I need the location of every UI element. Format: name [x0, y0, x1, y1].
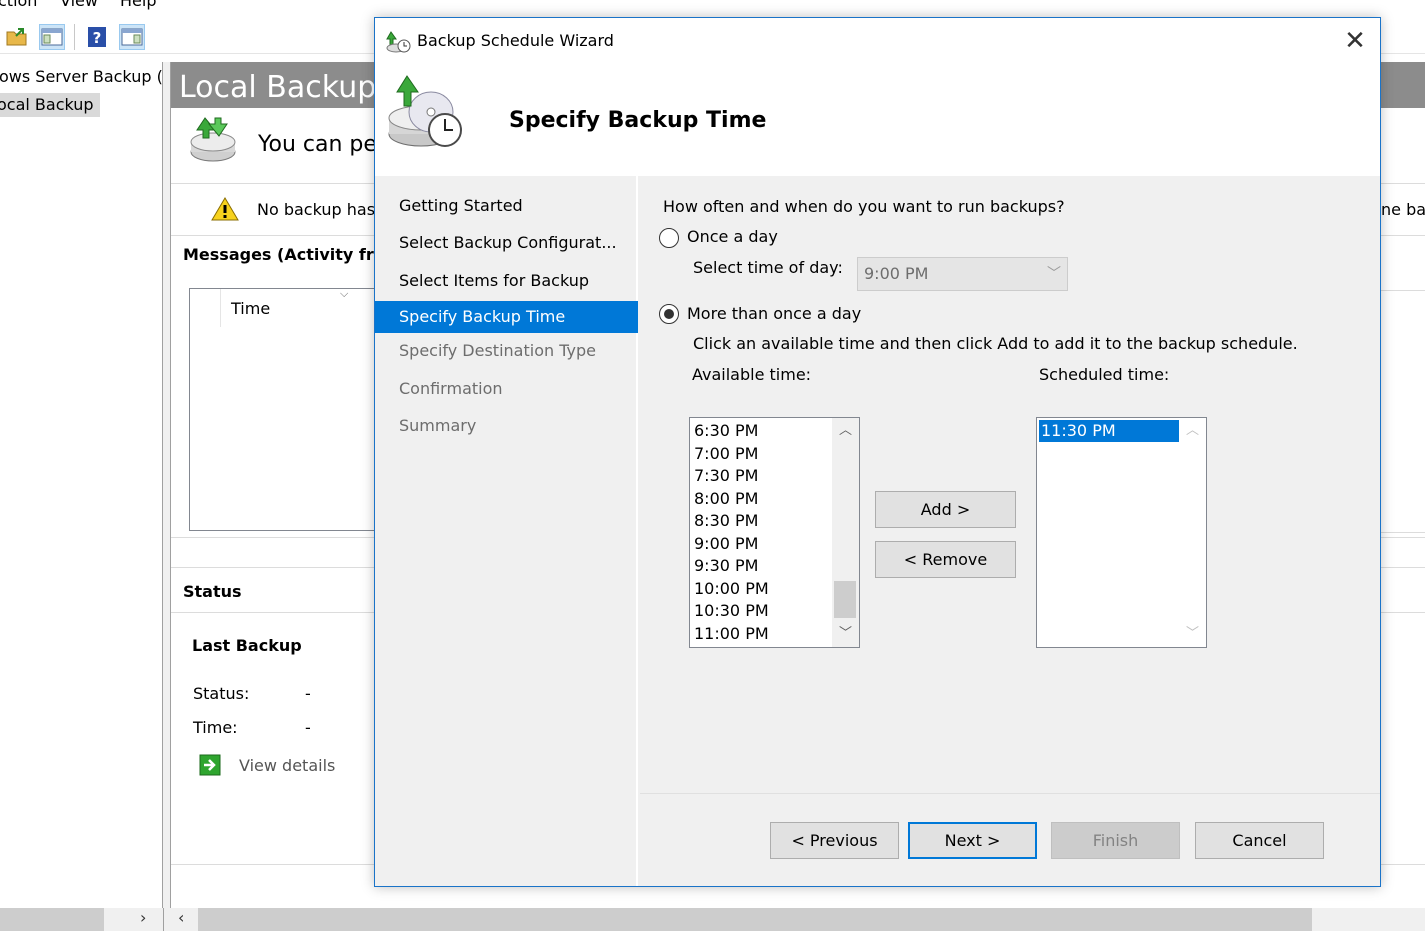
time-of-day-value: 9:00 PM — [864, 264, 929, 283]
scroll-up-icon[interactable]: ︿ — [832, 420, 859, 442]
list-item[interactable]: 11:30 PM — [1039, 420, 1179, 442]
once-a-day-radio[interactable] — [659, 228, 679, 248]
backup-drive-icon — [190, 117, 236, 162]
available-time-label: Available time: — [692, 365, 812, 384]
dialog-title: Backup Schedule Wizard — [417, 31, 614, 50]
menu-view[interactable]: View — [60, 0, 98, 10]
menu-bar: ction View Help — [0, 0, 1425, 18]
horizontal-scrollbar[interactable]: › ‹ — [0, 908, 1425, 931]
pane-splitter[interactable] — [163, 62, 170, 908]
scrollbar-thumb[interactable] — [834, 581, 856, 618]
select-time-label: Select time of day: — [693, 258, 843, 277]
available-time-list[interactable]: 6:30 PM 7:00 PM 7:30 PM 8:00 PM 8:30 PM … — [689, 417, 860, 648]
schedule-instruction: Click an available time and then click A… — [693, 334, 1298, 353]
status-heading: Status — [183, 582, 242, 601]
frequency-question: How often and when do you want to run ba… — [663, 197, 1065, 216]
more-than-once-radio[interactable] — [659, 304, 679, 324]
chevron-down-icon: ﹀ — [1047, 266, 1061, 282]
finish-button: Finish — [1051, 822, 1180, 859]
console-tree: ows Server Backup (L ocal Backup — [0, 62, 163, 908]
action-pane-icon — [121, 28, 143, 46]
warning-text: No backup has — [257, 200, 376, 219]
list-item[interactable]: 7:30 PM — [694, 465, 758, 487]
view-details-link[interactable]: View details — [239, 756, 335, 775]
sort-chevron-icon: ⌵ — [340, 287, 349, 300]
scroll-right-icon[interactable]: › — [140, 908, 146, 927]
menu-action[interactable]: ction — [0, 0, 37, 10]
scroll-down-icon: ﹀ — [1185, 626, 1199, 641]
list-item[interactable]: 7:00 PM — [694, 443, 758, 465]
list-item[interactable]: 8:30 PM — [694, 510, 758, 532]
close-icon: ✕ — [1344, 26, 1366, 56]
remove-button[interactable]: < Remove — [875, 541, 1016, 578]
scheduled-list-scrollbar: ︿ ﹀ — [1179, 418, 1206, 647]
time-label: Time: — [193, 718, 238, 737]
once-a-day-label[interactable]: Once a day — [687, 227, 778, 246]
step-specify-destination-type: Specify Destination Type — [399, 341, 596, 360]
dialog-heading: Specify Backup Time — [509, 108, 767, 133]
time-of-day-dropdown: 9:00 PM ﹀ — [857, 257, 1068, 291]
more-than-once-label[interactable]: More than once a day — [687, 304, 861, 323]
scheduled-time-label: Scheduled time: — [1039, 365, 1170, 384]
next-button[interactable]: Next > — [908, 822, 1037, 859]
backup-schedule-wizard-dialog: Backup Schedule Wizard ✕ Specify Backup … — [374, 17, 1381, 887]
scroll-down-icon[interactable]: ﹀ — [832, 623, 859, 645]
up-folder-button[interactable] — [4, 24, 30, 50]
cancel-button[interactable]: Cancel — [1195, 822, 1324, 859]
list-item[interactable]: 10:00 PM — [694, 578, 769, 600]
clipped-text: ne ba — [1381, 200, 1425, 219]
step-summary: Summary — [399, 416, 477, 435]
page-title: Local Backup — [179, 70, 377, 105]
column-header-time[interactable]: Time — [231, 299, 270, 318]
previous-button[interactable]: < Previous — [770, 822, 899, 859]
step-confirmation: Confirmation — [399, 379, 503, 398]
warning-icon — [211, 197, 239, 221]
available-list-scrollbar[interactable]: ︿ ﹀ — [832, 418, 859, 647]
list-item[interactable]: 9:00 PM — [694, 533, 758, 555]
intro-text: You can per — [258, 132, 386, 157]
list-item[interactable]: 8:00 PM — [694, 488, 758, 510]
help-button[interactable]: ? — [84, 24, 110, 50]
wizard-steps-nav: Getting Started Select Backup Configurat… — [375, 176, 638, 886]
tree-item-local-backup[interactable]: ocal Backup — [0, 93, 100, 117]
show-hide-console-tree-button[interactable] — [39, 24, 65, 50]
dialog-header: Specify Backup Time — [375, 66, 1380, 176]
list-item[interactable]: 6:30 PM — [694, 420, 758, 442]
step-getting-started[interactable]: Getting Started — [375, 190, 638, 222]
scroll-left-icon[interactable]: ‹ — [178, 908, 184, 927]
svg-text:?: ? — [93, 29, 102, 47]
help-icon: ? — [88, 27, 106, 47]
dialog-titlebar: Backup Schedule Wizard ✕ — [375, 18, 1380, 66]
step-specify-backup-time[interactable]: Specify Backup Time — [375, 301, 638, 333]
time-value: - — [305, 718, 311, 737]
last-backup-heading: Last Backup — [192, 636, 302, 655]
tree-item-windows-server-backup[interactable]: ows Server Backup (L — [0, 67, 162, 86]
step-select-items-for-backup[interactable]: Select Items for Backup — [375, 265, 638, 297]
wizard-content-panel: How often and when do you want to run ba… — [640, 176, 1380, 886]
menu-help[interactable]: Help — [120, 0, 156, 10]
add-button[interactable]: Add > — [875, 491, 1016, 528]
folder-up-icon — [6, 28, 27, 46]
backup-schedule-app-icon — [386, 31, 411, 53]
scrollbar-thumb[interactable] — [198, 908, 1312, 931]
messages-heading: Messages (Activity fro — [183, 245, 385, 264]
show-hide-action-pane-button[interactable] — [119, 24, 145, 50]
close-button[interactable]: ✕ — [1338, 24, 1372, 58]
view-details-arrow-icon — [199, 754, 221, 776]
status-value: - — [305, 684, 311, 703]
backup-clock-icon — [388, 75, 462, 147]
step-select-backup-configuration[interactable]: Select Backup Configurat... — [375, 227, 638, 259]
list-item[interactable]: 11:00 PM — [694, 623, 769, 645]
scroll-up-icon: ︿ — [1185, 423, 1199, 438]
console-tree-icon — [41, 28, 63, 46]
status-label: Status: — [193, 684, 250, 703]
scheduled-time-list[interactable]: 11:30 PM ︿ ﹀ — [1036, 417, 1207, 648]
list-item[interactable]: 9:30 PM — [694, 555, 758, 577]
list-item[interactable]: 10:30 PM — [694, 600, 769, 622]
